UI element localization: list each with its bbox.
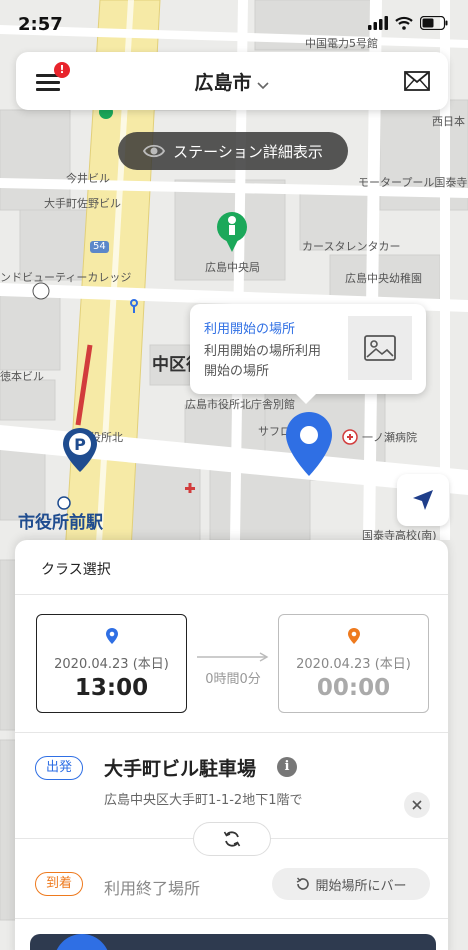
- city-selector[interactable]: 広島市: [16, 68, 448, 95]
- pin-icon: [347, 627, 361, 649]
- popup-title: 利用開始の場所: [204, 322, 296, 337]
- status-icons: [368, 16, 448, 30]
- map-label: 広島市役所北庁舎別館: [185, 398, 295, 411]
- depart-badge: 出発: [35, 756, 84, 780]
- divider: [15, 594, 448, 595]
- map-label: モータープール国泰寺: [358, 176, 468, 189]
- station-label: 市役所前駅: [18, 513, 103, 533]
- refresh-icon: [297, 877, 310, 890]
- map-label: 一ノ瀬病院: [362, 431, 417, 444]
- map-label: カースタレンタカー: [302, 240, 401, 253]
- start-date: 2020.04.23 (本日): [54, 657, 169, 672]
- parking-icon: P: [63, 428, 97, 472]
- popup-thumbnail: [348, 316, 412, 380]
- station-detail-toggle[interactable]: ステーション詳細表示: [118, 132, 348, 170]
- status-time: 2:57: [18, 14, 63, 35]
- end-date: 2020.04.23 (本日): [296, 657, 411, 672]
- map-label: 大手町佐野ビル: [44, 197, 121, 210]
- arrive-location-name[interactable]: 利用終了場所: [104, 875, 200, 899]
- divider: [15, 732, 448, 733]
- station-detail-label: ステーション詳細表示: [173, 142, 323, 161]
- end-time: 00:00: [316, 675, 391, 701]
- set-start-location-button[interactable]: 開始場所にバー: [272, 868, 430, 900]
- svg-text:P: P: [74, 435, 86, 454]
- map-label: 広島中央幼稚園: [345, 272, 422, 285]
- depart-location-name[interactable]: 大手町ビル駐車場: [104, 754, 256, 781]
- mail-button[interactable]: [404, 71, 430, 91]
- map-label: ンドビューティーカレッジ: [0, 271, 132, 284]
- duration: 0時間0分: [205, 672, 261, 687]
- location-popup[interactable]: 利用開始の場所 利用開始の場所利用開始の場所: [190, 304, 426, 404]
- signal-icon: [368, 16, 388, 30]
- pin-icon: [286, 412, 332, 476]
- end-time-box[interactable]: 2020.04.23 (本日) 00:00: [278, 614, 429, 713]
- wifi-icon: [395, 16, 413, 30]
- image-icon: [364, 335, 396, 361]
- pin-icon: [105, 627, 119, 649]
- depart-address: 広島中央区大手町1-1-2地下1階で: [104, 793, 303, 808]
- class-select[interactable]: クラス選択: [41, 559, 111, 579]
- refresh-icon: [223, 831, 241, 847]
- current-location-button[interactable]: [397, 474, 449, 526]
- route-shield: 54: [90, 241, 109, 253]
- swap-locations-button[interactable]: [193, 822, 271, 856]
- top-header: ! 広島市: [16, 52, 448, 110]
- divider: [15, 918, 448, 919]
- location-arrow-icon: [413, 490, 433, 510]
- info-icon[interactable]: i: [277, 757, 297, 777]
- arrow-right-icon: [197, 652, 269, 662]
- map-label: 広島中央局: [205, 261, 260, 274]
- parking-marker[interactable]: P: [61, 426, 99, 478]
- page-title: 広島市: [194, 72, 252, 94]
- eye-icon: [143, 144, 166, 158]
- popup-body: 利用開始の場所利用開始の場所: [204, 344, 322, 379]
- map-label: 西日本: [432, 115, 465, 128]
- start-time-box[interactable]: 2020.04.23 (本日) 13:00: [36, 614, 187, 713]
- booking-sheet: クラス選択 2020.04.23 (本日) 13:00 0時間0分 2020.0…: [15, 540, 448, 950]
- set-start-location-label: 開始場所にバー: [315, 878, 407, 894]
- start-time: 13:00: [74, 675, 149, 701]
- arrive-badge: 到着: [35, 872, 84, 896]
- status-bar: 2:57: [0, 0, 468, 48]
- mail-icon: [404, 71, 430, 91]
- battery-icon: [420, 16, 448, 30]
- map-label: 徳本ビル: [0, 370, 44, 383]
- close-icon: [412, 800, 422, 810]
- map-label: 今井ビル: [66, 172, 110, 185]
- chevron-down-icon: [256, 73, 270, 95]
- selected-location-pin[interactable]: [284, 410, 334, 482]
- clear-depart-button[interactable]: [404, 792, 430, 818]
